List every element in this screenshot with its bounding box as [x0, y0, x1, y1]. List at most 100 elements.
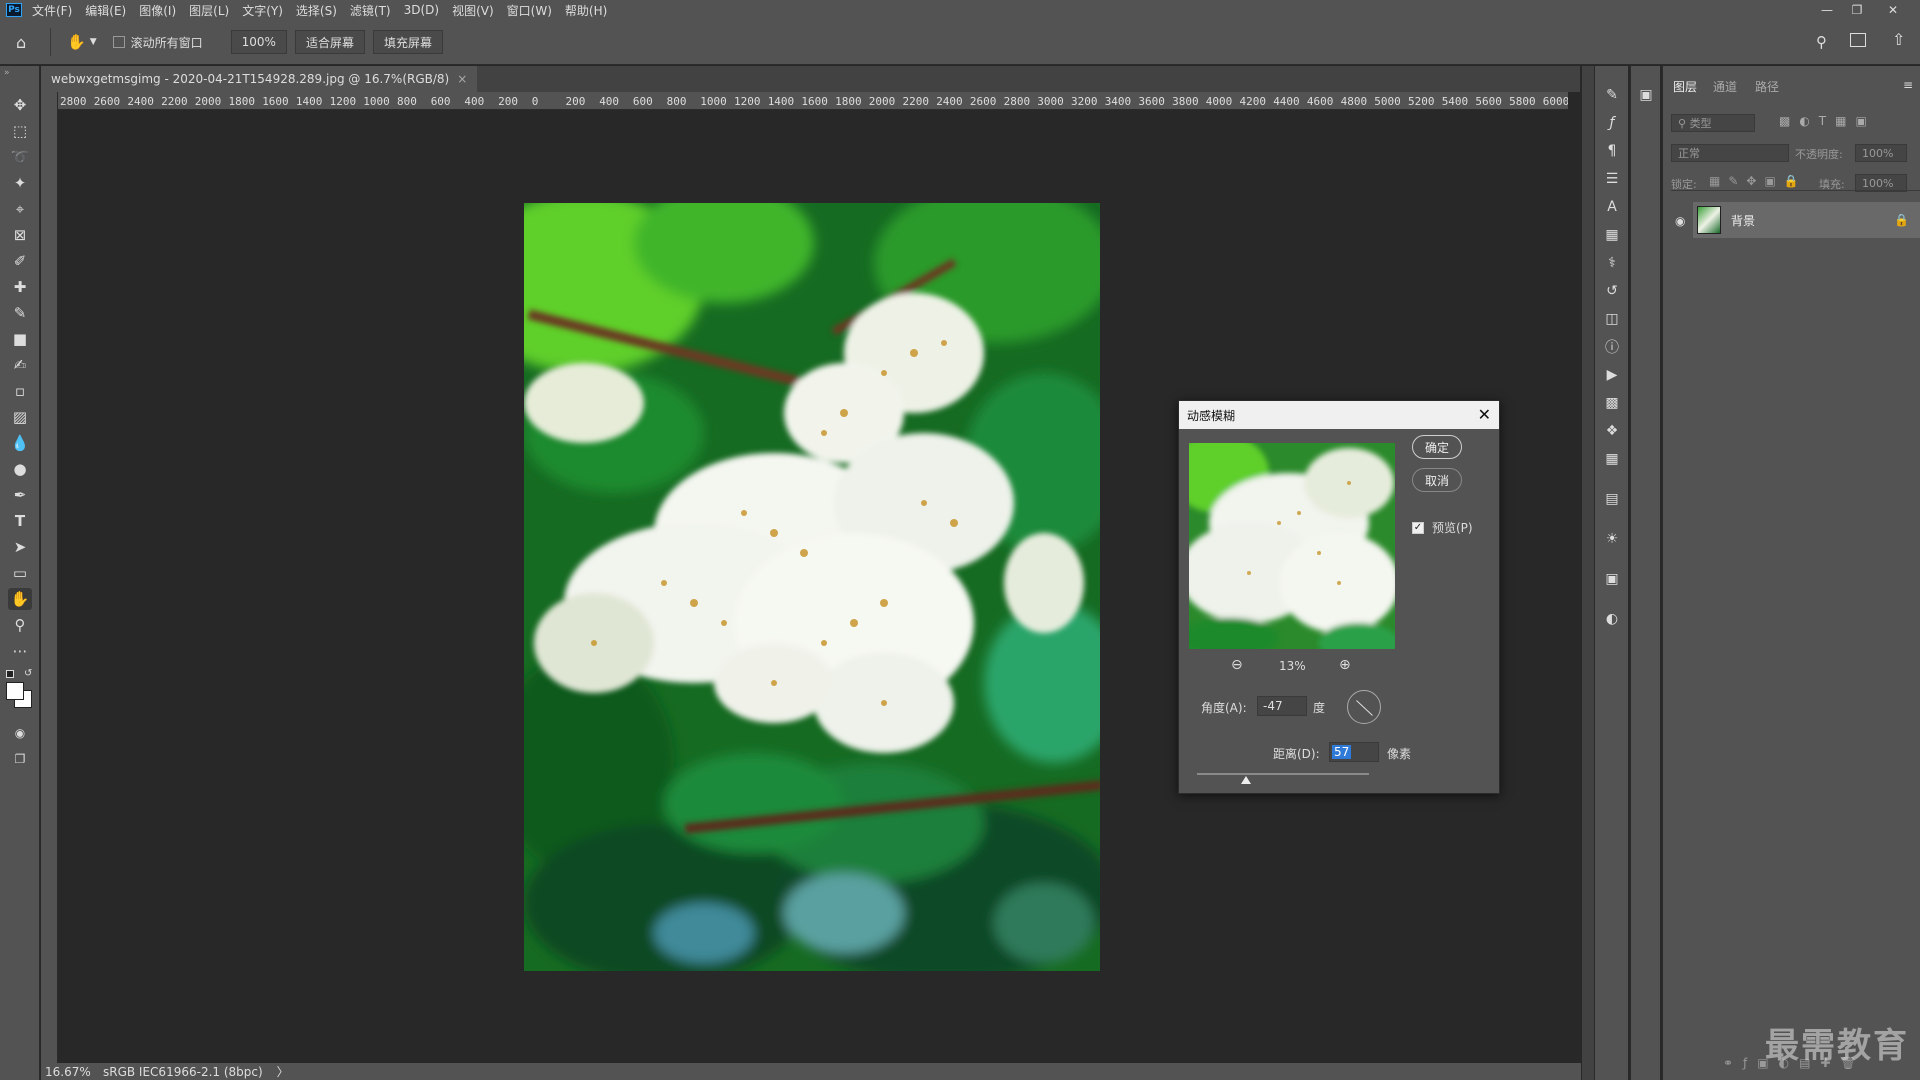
close-tab-icon[interactable]: ×	[457, 72, 467, 86]
scroll-all-windows-checkbox[interactable]: 滚动所有窗口	[112, 34, 203, 51]
status-menu-arrow[interactable]: 〉	[277, 1063, 289, 1080]
menu-type[interactable]: 文字(Y)	[242, 2, 283, 19]
libraries-icon[interactable]: ◫	[1603, 310, 1621, 328]
3d-icon[interactable]: ❖	[1603, 422, 1621, 440]
healing-brush-icon[interactable]: ✚	[8, 276, 32, 298]
fill-screen-button[interactable]: 填充屏幕	[372, 30, 443, 54]
swatches-icon[interactable]: ▩	[1603, 394, 1621, 412]
brush-settings-icon[interactable]: ✎	[1603, 86, 1621, 104]
filter-preview[interactable]	[1189, 443, 1395, 649]
paragraph-icon[interactable]: ¶	[1603, 142, 1621, 160]
frame-tool-icon[interactable]: ⊠	[8, 224, 32, 246]
info-icon[interactable]: ⓘ	[1603, 338, 1621, 356]
tab-channels[interactable]: 通道	[1713, 78, 1737, 95]
gradient-tool-icon[interactable]: ▨	[8, 406, 32, 428]
document-tab[interactable]: webwxgetmsgimg - 2020-04-21T154928.289.j…	[41, 66, 478, 92]
rectangle-tool-icon[interactable]: ▭	[8, 562, 32, 584]
zoom-100-button[interactable]: 100%	[230, 30, 287, 54]
type-tool-icon[interactable]: T	[8, 510, 32, 532]
foreground-color-swatch[interactable]	[6, 682, 24, 700]
zoom-out-icon[interactable]: ⊖	[1231, 657, 1243, 673]
close-window-icon[interactable]: ✕	[1878, 0, 1908, 20]
magic-wand-icon[interactable]: ✦	[8, 172, 32, 194]
menu-image[interactable]: 图像(I)	[139, 2, 176, 19]
layer-row-background[interactable]: 背景 🔒	[1693, 202, 1920, 238]
eyedropper-icon[interactable]: ✐	[8, 250, 32, 272]
properties-icon[interactable]: ◐	[1603, 610, 1621, 628]
collapse-icon[interactable]: »	[4, 68, 10, 78]
preview-checkbox[interactable]: ✓ 预览(P)	[1412, 519, 1473, 536]
eraser-icon[interactable]: ▫	[8, 380, 32, 402]
menu-help[interactable]: 帮助(H)	[565, 2, 607, 19]
hand-tool-preset-icon[interactable]: ✋	[67, 33, 86, 51]
checkbox-checked-icon[interactable]: ✓	[1412, 521, 1424, 534]
home-icon[interactable]: ⌂	[16, 33, 38, 52]
dodge-tool-icon[interactable]: ●	[8, 458, 32, 480]
workspace-icon[interactable]	[1850, 33, 1866, 47]
table-icon[interactable]: ▦	[1603, 450, 1621, 468]
history-brush-icon[interactable]: ✍	[8, 354, 32, 376]
lock-icons[interactable]: ▦✎✥▣🔒	[1709, 174, 1807, 188]
restore-icon[interactable]: ❐	[1842, 0, 1872, 20]
hand-tool-icon[interactable]: ✋	[8, 588, 32, 610]
menu-edit[interactable]: 编辑(E)	[85, 2, 126, 19]
checkbox-box[interactable]	[112, 36, 125, 48]
close-icon[interactable]: ✕	[1478, 405, 1491, 424]
clone-source-icon[interactable]: ⚕	[1603, 254, 1621, 272]
menu-select[interactable]: 选择(S)	[296, 2, 337, 19]
menu-3d[interactable]: 3D(D)	[404, 3, 439, 17]
panel-menu-icon[interactable]: ≡	[1903, 78, 1913, 92]
menu-view[interactable]: 视图(V)	[452, 2, 494, 19]
screen-mode-icon[interactable]: ❐	[8, 748, 32, 770]
distance-input[interactable]: 57	[1329, 742, 1379, 762]
navigator-icon[interactable]: ▣	[1603, 570, 1621, 588]
color-sun-icon[interactable]: ☀	[1603, 530, 1621, 548]
tab-paths[interactable]: 路径	[1755, 78, 1779, 95]
fit-screen-button[interactable]: 适合屏幕	[294, 30, 365, 54]
more-tools-icon[interactable]: ⋯	[8, 640, 32, 662]
quick-mask-icon[interactable]: ◉	[8, 722, 32, 744]
menu-file[interactable]: 文件(F)	[32, 2, 72, 19]
filter-icons[interactable]: ▩◐T▦▣	[1779, 114, 1876, 128]
cancel-button[interactable]: 取消	[1412, 468, 1462, 492]
marquee-tool-icon[interactable]: ⬚	[8, 120, 32, 142]
lasso-tool-icon[interactable]: ➰	[8, 146, 32, 168]
brush-tool-icon[interactable]: ✎	[8, 302, 32, 324]
ok-button[interactable]: 确定	[1412, 435, 1462, 459]
stamp-tool-icon[interactable]: ■	[8, 328, 32, 350]
angle-input[interactable]: -47	[1257, 696, 1307, 716]
menu-window[interactable]: 窗口(W)	[507, 2, 552, 19]
path-selection-icon[interactable]: ➤	[8, 536, 32, 558]
layer-comps-icon[interactable]: ▣	[1637, 86, 1655, 104]
zoom-in-icon[interactable]: ⊕	[1339, 657, 1351, 673]
swap-colors-icon[interactable]: ↺	[24, 668, 32, 679]
brush-presets-icon[interactable]: ƒ	[1603, 114, 1621, 132]
visibility-eye-icon[interactable]: ◉	[1675, 214, 1685, 228]
minimize-icon[interactable]: —	[1812, 0, 1842, 20]
menu-layer[interactable]: 图层(L)	[189, 2, 229, 19]
zoom-tool-icon[interactable]: ⚲	[8, 614, 32, 636]
character-icon[interactable]: A	[1603, 198, 1621, 216]
zoom-level[interactable]: 16.67%	[45, 1065, 97, 1079]
angle-dial[interactable]	[1347, 690, 1381, 724]
move-tool-icon[interactable]: ✥	[8, 94, 32, 116]
history-icon[interactable]: ↺	[1603, 282, 1621, 300]
actions-play-icon[interactable]: ▶	[1603, 366, 1621, 384]
distance-slider[interactable]	[1197, 773, 1369, 784]
crop-tool-icon[interactable]: ⌖	[8, 198, 32, 220]
notes-icon[interactable]: ▤	[1603, 490, 1621, 508]
glyphs-icon[interactable]: ▦	[1603, 226, 1621, 244]
chevron-down-icon[interactable]: ▼	[90, 37, 97, 47]
adjustments-icon[interactable]: ☰	[1603, 170, 1621, 188]
menu-filter[interactable]: 滤镜(T)	[350, 2, 391, 19]
document-image[interactable]	[524, 203, 1100, 971]
opacity-input[interactable]: 100%	[1855, 144, 1907, 162]
layer-filter-input[interactable]: ⚲ 类型	[1671, 114, 1755, 132]
pen-tool-icon[interactable]: ✒	[8, 484, 32, 506]
blend-mode-select[interactable]: 正常	[1671, 144, 1789, 162]
slider-thumb[interactable]	[1241, 776, 1252, 784]
default-colors-icon[interactable]	[6, 670, 14, 678]
tab-layers[interactable]: 图层	[1673, 78, 1697, 95]
share-icon[interactable]: ⇧	[1892, 30, 1905, 49]
blur-tool-icon[interactable]: 💧	[8, 432, 32, 454]
